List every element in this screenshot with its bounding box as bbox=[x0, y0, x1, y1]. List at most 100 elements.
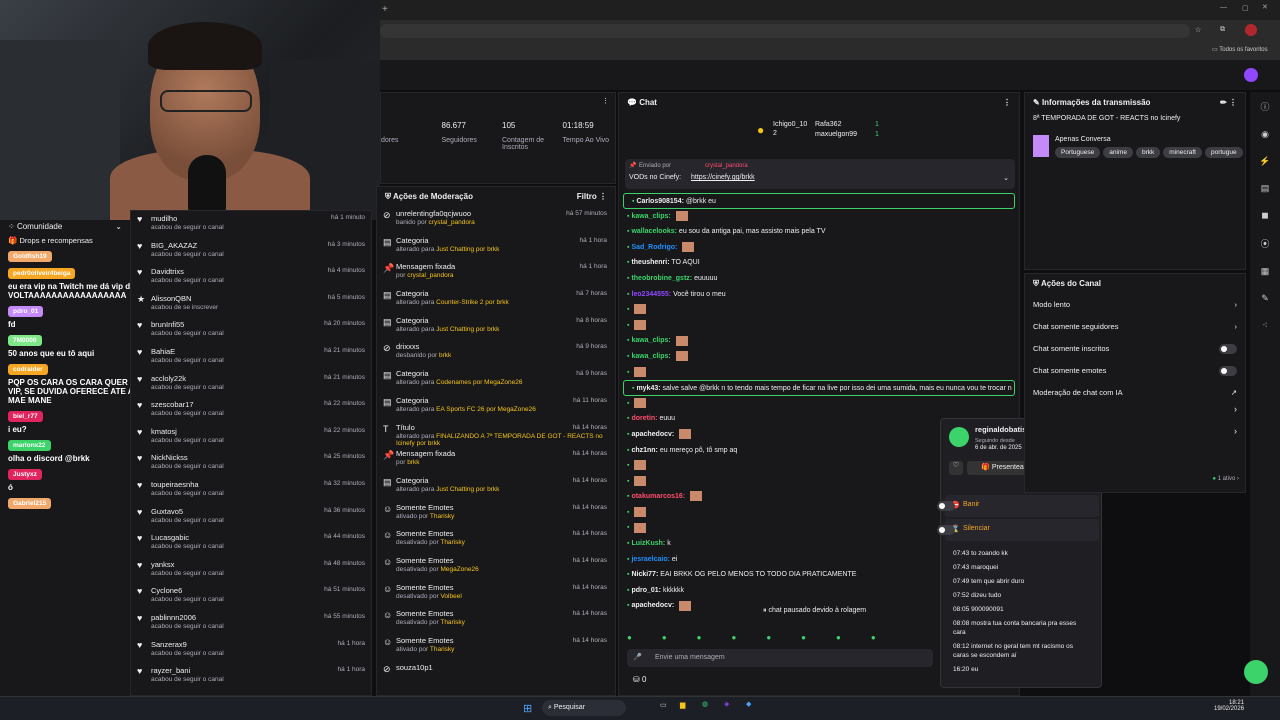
activity-item[interactable]: ♥ accloly22k acabou de seguir o canal há 21… bbox=[131, 371, 371, 398]
pencil-icon[interactable]: ✏ bbox=[1220, 98, 1227, 107]
chat-username[interactable]: otakumarcos16: bbox=[631, 493, 685, 500]
taskbar-search[interactable]: ⌕ Pesquisar bbox=[542, 700, 626, 716]
maximize-icon[interactable]: ▢ bbox=[1242, 4, 1249, 12]
toggle-switch[interactable] bbox=[1219, 366, 1237, 376]
chat-username[interactable]: jesraelcaio: bbox=[631, 556, 670, 563]
chat-paused-notice[interactable]: ⏸ chat pausado devido à rolagem bbox=[759, 605, 871, 617]
more-options-icon[interactable]: ⋮ bbox=[1229, 98, 1237, 107]
mod-action-item[interactable]: ☺ Somente Emotes ativado por Tharisky há 14… bbox=[377, 634, 615, 661]
mod-action-target[interactable]: crystal_pandora bbox=[407, 272, 453, 279]
steam-icon[interactable]: ◆ bbox=[746, 700, 751, 708]
windows-start-icon[interactable]: ⊞ bbox=[523, 702, 532, 715]
mod-action-target[interactable]: Just Chatting por brkk bbox=[436, 246, 499, 253]
stream-tag[interactable]: anime bbox=[1103, 147, 1133, 158]
clock[interactable]: 18:21 19/02/2026 bbox=[1214, 700, 1244, 712]
more-options-icon[interactable]: ⋮ bbox=[599, 192, 607, 201]
lightning-icon[interactable]: ⚡ bbox=[1259, 156, 1270, 167]
chat-username[interactable]: Sad_Rodrigo: bbox=[631, 244, 677, 251]
mod-action-target[interactable]: Volbeel bbox=[440, 593, 461, 600]
chat-username[interactable]: myk43: bbox=[636, 385, 660, 392]
channel-points[interactable]: ⛁ 0 bbox=[633, 675, 646, 684]
chat-username[interactable]: apachedocv: bbox=[631, 431, 674, 438]
chat-message[interactable]: ▪ kawa_clips: bbox=[619, 333, 1019, 349]
mod-action-item[interactable]: ▤ Categoria alterado para Just Chatting po… bbox=[377, 474, 615, 501]
pinned-link[interactable]: https://cinefy.gg/brkk bbox=[691, 174, 755, 181]
more-options-icon[interactable]: ⋮ bbox=[1003, 93, 1011, 113]
chat-message[interactable]: ▪ theobrobine_gstz: euuuuu bbox=[619, 271, 1019, 287]
activity-item[interactable]: ♥ pablinnn2006 acabou de seguir o canal há … bbox=[131, 610, 371, 637]
mod-action-target[interactable]: Tharisky bbox=[440, 619, 465, 626]
mod-action-item[interactable]: ▤ Categoria alterado para Codenames por Me… bbox=[377, 367, 615, 394]
activity-item[interactable]: ♥ kmatosj acabou de seguir o canal há 22 mi… bbox=[131, 424, 371, 451]
chat-message[interactable]: ▪ bbox=[619, 365, 1019, 381]
mod-action-item[interactable]: ▤ Categoria alterado para Just Chatting po… bbox=[377, 314, 615, 341]
community-header[interactable]: ⁘ Comunidade ⌄ bbox=[0, 220, 130, 233]
chat-message[interactable]: ▪ theushenri: TO AQUI bbox=[619, 255, 1019, 271]
help-fab[interactable] bbox=[1244, 660, 1268, 684]
file-explorer-icon[interactable]: ▆ bbox=[680, 701, 685, 709]
heart-icon[interactable]: ♡ bbox=[949, 461, 963, 475]
chat-message[interactable]: ▪ Sad_Rodrigo: bbox=[619, 240, 1019, 256]
chat-username[interactable]: chz1nn: bbox=[631, 447, 657, 454]
emote-icon[interactable]: ●●●●●●●● bbox=[627, 633, 906, 642]
mod-action-item[interactable]: ▤ Categoria alterado para Counter-Strike 2… bbox=[377, 287, 615, 314]
channel-action-row[interactable]: › bbox=[1025, 404, 1245, 426]
document-icon[interactable]: ▤ bbox=[1261, 183, 1270, 194]
mod-action-item[interactable]: ☺ Somente Emotes desativado por MegaZone26… bbox=[377, 554, 615, 581]
mod-action-target[interactable]: Just Chatting por brkk bbox=[436, 486, 499, 493]
chat-message[interactable]: ▪ Carlos908154: @brkk eu bbox=[623, 193, 1015, 209]
channel-action-row[interactable]: › bbox=[1025, 426, 1245, 448]
channel-action-row[interactable]: Modo lento › bbox=[1025, 294, 1245, 316]
chat-username[interactable]: wallacelooks: bbox=[631, 228, 677, 235]
chrome-icon[interactable]: ◍ bbox=[702, 700, 708, 708]
mod-action-target[interactable]: Tharisky bbox=[430, 513, 455, 520]
activity-item[interactable]: ♥ BahiaE acabou de seguir o canal há 21 min… bbox=[131, 344, 371, 371]
mod-action-target[interactable]: Tharisky bbox=[430, 646, 455, 653]
mod-action-item[interactable]: 📌 Mensagem fixada por crystal_pandora há 1 … bbox=[377, 260, 615, 287]
discord-icon[interactable]: ◈ bbox=[724, 700, 729, 708]
filter-button[interactable]: Filtro bbox=[577, 192, 597, 201]
info-icon[interactable]: ⓘ bbox=[1260, 100, 1269, 113]
stream-tag[interactable]: Portuguese bbox=[1055, 147, 1101, 158]
close-window-icon[interactable]: ✕ bbox=[1262, 3, 1268, 11]
chat-username[interactable]: theobrobine_gstz: bbox=[631, 275, 692, 282]
toggle-switch[interactable] bbox=[1219, 344, 1237, 354]
extensions-icon[interactable]: ⧉ bbox=[1220, 26, 1225, 34]
mod-action-target[interactable]: Tharisky bbox=[440, 539, 465, 546]
chat-message[interactable]: ▪ bbox=[619, 318, 1019, 334]
profile-icon[interactable] bbox=[1245, 24, 1257, 36]
mod-action-item[interactable]: ⊘ souza10p1 bbox=[377, 661, 615, 688]
chat-input[interactable]: 🎤 Envie uma mensagem bbox=[627, 649, 933, 667]
mod-action-item[interactable]: ▤ Categoria alterado para Just Chatting po… bbox=[377, 234, 615, 261]
minimize-icon[interactable]: — bbox=[1220, 4, 1227, 11]
chat-message[interactable]: ▪ wallacelooks: eu sou da antiga pai, ma… bbox=[619, 224, 1019, 240]
channel-action-row[interactable]: Moderação de chat com IA ↗ bbox=[1025, 382, 1245, 404]
mod-action-item[interactable]: ⊘ drixxxs desbanido por brkk há 9 horas bbox=[377, 340, 615, 367]
activity-item[interactable]: ♥ mudilho acabou de seguir o canal há 1 min… bbox=[131, 211, 371, 238]
mod-action-target[interactable]: crystal_pandora bbox=[429, 219, 475, 226]
chat-username[interactable]: kawa_clips: bbox=[631, 353, 670, 360]
channel-action-row[interactable]: Chat somente emotes bbox=[1025, 360, 1245, 382]
mod-action-item[interactable]: ☺ Somente Emotes ativado por Tharisky há 14… bbox=[377, 501, 615, 528]
mod-action-item[interactable]: 📌 Mensagem fixada por brkk há 14 horas bbox=[377, 447, 615, 474]
new-tab-icon[interactable]: + bbox=[382, 4, 388, 15]
activity-item[interactable]: ♥ BIG_AKAZAZ acabou de seguir o canal há 3 … bbox=[131, 238, 371, 265]
activity-item[interactable]: ♥ Lucasgabic acabou de seguir o canal há 44… bbox=[131, 530, 371, 557]
chat-username[interactable]: Carlos908154: bbox=[636, 198, 683, 205]
taskview-icon[interactable]: ▭ bbox=[660, 701, 667, 709]
chat-username[interactable]: theushenri: bbox=[631, 259, 669, 266]
mod-action-target[interactable]: Codenames por MegaZone26 bbox=[436, 379, 522, 386]
mod-action-target[interactable]: MegaZone26 bbox=[440, 566, 478, 573]
activity-item[interactable]: ♥ Sanzerax9 acabou de seguir o canal há 1 h… bbox=[131, 637, 371, 664]
bookmark-star-icon[interactable]: ☆ bbox=[1195, 26, 1201, 34]
stream-tag[interactable]: minecraft bbox=[1163, 147, 1202, 158]
activity-item[interactable]: ♥ rayzer_bani acabou de seguir o canal há 1… bbox=[131, 663, 371, 690]
chat-username[interactable]: kawa_clips: bbox=[631, 213, 670, 220]
mod-action-item[interactable]: ⊘ unrelentingfa0qcjwuoo banido por crystal… bbox=[377, 207, 615, 234]
calendar-icon[interactable]: ▦ bbox=[1261, 266, 1270, 277]
url-input[interactable] bbox=[380, 24, 1190, 38]
wrench-icon[interactable]: ✎ bbox=[1261, 293, 1269, 304]
mod-action-item[interactable]: T Título alterado para FINALIZANDO A 7ª TE… bbox=[377, 421, 615, 448]
mod-action-item[interactable]: ▤ Categoria alterado para EA Sports FC 26 … bbox=[377, 394, 615, 421]
chat-username[interactable]: pdro_01: bbox=[631, 587, 661, 594]
